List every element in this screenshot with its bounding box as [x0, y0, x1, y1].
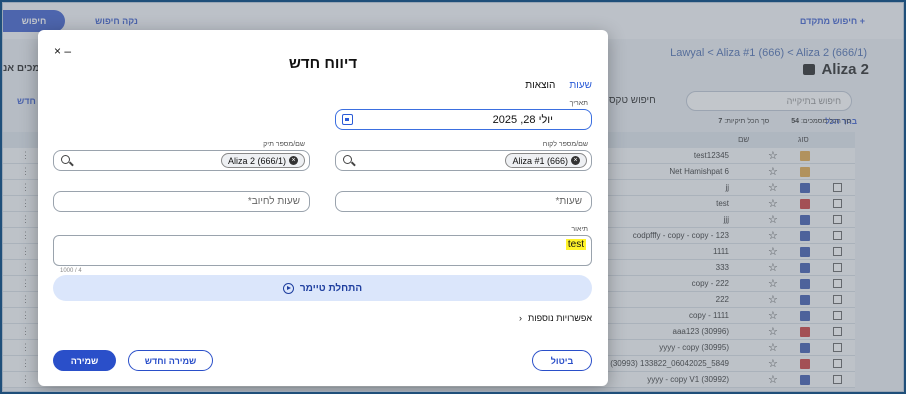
billable-hours-input[interactable]: שעות לחיוב*: [53, 191, 310, 212]
search-icon: [61, 155, 70, 164]
hours-input[interactable]: שעות*: [335, 191, 592, 212]
billable-hours-placeholder: שעות לחיוב*: [247, 196, 300, 207]
date-value: יולי 28, 2025: [492, 114, 553, 126]
client-chip-label: Aliza #1 (666): [512, 155, 568, 166]
client-chip: Aliza #1 (666) ×: [505, 153, 587, 168]
tab-hours[interactable]: שעות: [569, 80, 592, 91]
cancel-button[interactable]: ביטול: [532, 350, 592, 371]
start-timer-button[interactable]: התחלת טיימר: [53, 275, 592, 301]
tab-expenses[interactable]: הוצאות: [525, 80, 555, 91]
remove-case-icon[interactable]: ×: [289, 156, 298, 165]
more-options-label: אפשרויות נוספות: [528, 313, 592, 323]
save-and-new-button[interactable]: שמירה וחדש: [128, 350, 213, 371]
client-label: שם/מספר לקוח: [542, 141, 588, 148]
description-textarea[interactable]: test: [53, 235, 592, 266]
description-value: test: [565, 239, 586, 250]
play-icon: [282, 282, 294, 294]
dialog-tabs: שעות הוצאות: [525, 80, 592, 91]
calendar-icon[interactable]: [342, 114, 353, 125]
date-field[interactable]: יולי 28, 2025: [335, 109, 592, 130]
char-counter: 1000 / 4: [60, 268, 82, 274]
case-field[interactable]: Aliza 2 (666/1) ×: [53, 150, 310, 171]
case-label: שם/מספר תיק: [263, 141, 305, 148]
case-chip: Aliza 2 (666/1) ×: [220, 153, 305, 168]
remove-client-icon[interactable]: ×: [571, 156, 580, 165]
start-timer-label: התחלת טיימר: [299, 282, 363, 294]
search-icon: [343, 155, 352, 164]
chevron-left-icon: ‹: [519, 313, 523, 323]
description-label: תיאור: [571, 226, 588, 233]
hours-placeholder: שעות*: [555, 196, 582, 207]
more-options-toggle[interactable]: אפשרויות נוספות ‹: [519, 313, 592, 323]
app-window: חיפוש נקה חיפוש חיפוש מתקדם + Lawyal < A…: [2, 2, 904, 392]
case-chip-label: Aliza 2 (666/1): [227, 155, 286, 166]
new-report-dialog: × – דיווח חדש שעות הוצאות תאריך יולי 28,…: [38, 30, 608, 386]
dialog-title: דיווח חדש: [288, 55, 358, 72]
client-field[interactable]: Aliza #1 (666) ×: [335, 150, 592, 171]
save-button[interactable]: שמירה: [53, 350, 116, 371]
date-label: תאריך: [569, 100, 588, 107]
